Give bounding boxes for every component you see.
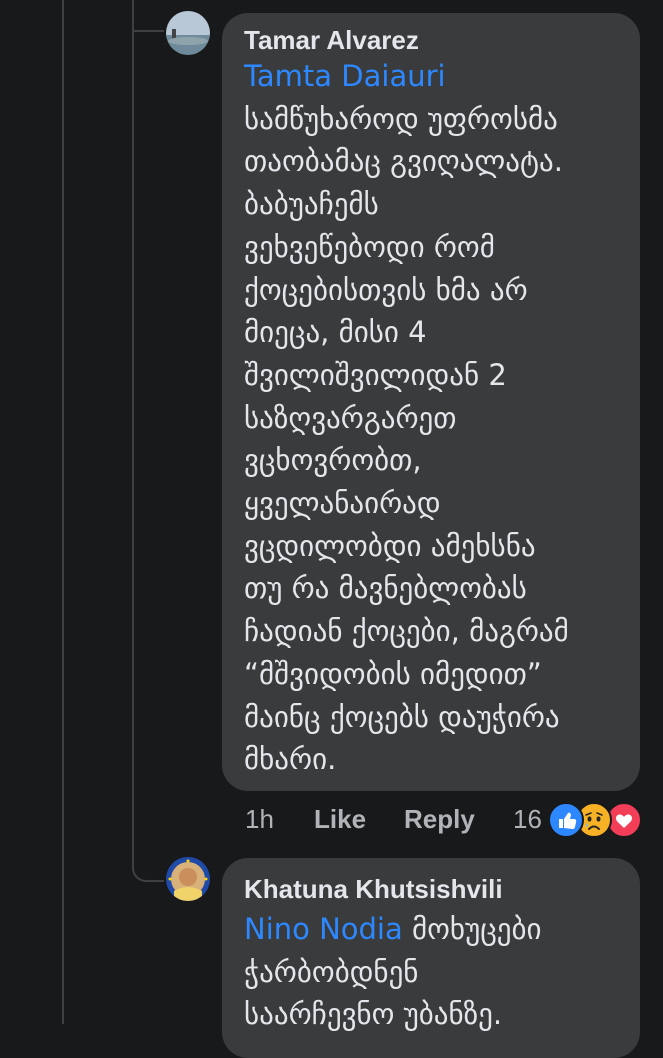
like-reaction-icon [548, 802, 584, 838]
comment-line: ვცხოვრობთ, [244, 443, 422, 478]
comment-line: სამწუხაროდ უფროსმა [244, 101, 558, 136]
like-button[interactable]: Like [314, 800, 366, 838]
comment-line: მხარი. [244, 742, 337, 777]
comment-text: მოხუცები [402, 912, 542, 946]
comment-line: ვეხვეწებოდი რომ [244, 229, 495, 264]
comment-line: ჭარბობდნენ [244, 954, 419, 989]
comment-line: ჩადიან ქოცები, მაგრამ [244, 614, 569, 649]
thread-line-inner [132, 0, 134, 870]
comment-line: შვილიშვილიდან 2 [244, 357, 507, 392]
comment-timestamp[interactable]: 1h [245, 800, 274, 838]
thread-line-outer [62, 0, 64, 1024]
mention-link[interactable]: Tamta Daiauri [244, 55, 569, 98]
avatar[interactable] [166, 11, 210, 55]
comment-line: საზღვარგარეთ [244, 400, 457, 435]
comment-line: საარჩევნო უბანზე. [244, 997, 503, 1032]
comment-line: ბაბუაჩემს [244, 187, 379, 222]
comment-line: Nino Nodia მოხუცები [244, 908, 542, 951]
reaction-summary[interactable] [548, 802, 644, 838]
reply-button[interactable]: Reply [404, 800, 475, 838]
profile-photo-icon [166, 857, 210, 901]
comment-line: ყველანაირად [244, 486, 441, 521]
comment-line: ვცდილობდი ამეხსნა [244, 528, 536, 563]
comment-author[interactable]: Khatuna Khutsishvili [244, 874, 503, 905]
comment-line: თუ რა მავნებლობას [244, 571, 527, 606]
profile-photo-icon [166, 11, 210, 55]
thread-branch-1 [132, 0, 164, 32]
comment-line: მაინც ქოცებს დაუჭირა [244, 699, 560, 734]
comment-body: Tamta Daiauri სამწუხაროდ უფროსმა თაობამა… [244, 55, 569, 781]
comment-bubble: Khatuna Khutsishvili Nino Nodia მოხუცები… [222, 858, 640, 1058]
mention-link[interactable]: Nino Nodia [244, 912, 403, 946]
comment-author[interactable]: Tamar Alvarez [244, 25, 419, 56]
reaction-count[interactable]: 16 [513, 800, 542, 838]
avatar[interactable] [166, 857, 210, 901]
thread-branch-2 [132, 850, 164, 882]
comment-line: ქოცებისთვის ხმა არ [244, 272, 528, 307]
comment-line: მიეცა, მისი 4 [244, 315, 427, 350]
comment-body: Nino Nodia მოხუცები ჭარბობდნენ საარჩევნო… [244, 908, 542, 1036]
comment-line: თაობამაც გვიღალატა. [244, 144, 563, 179]
comment-line: “მშვიდობის იმედით” [244, 656, 542, 691]
comment-bubble: Tamar Alvarez Tamta Daiauri სამწუხაროდ უ… [222, 13, 640, 791]
